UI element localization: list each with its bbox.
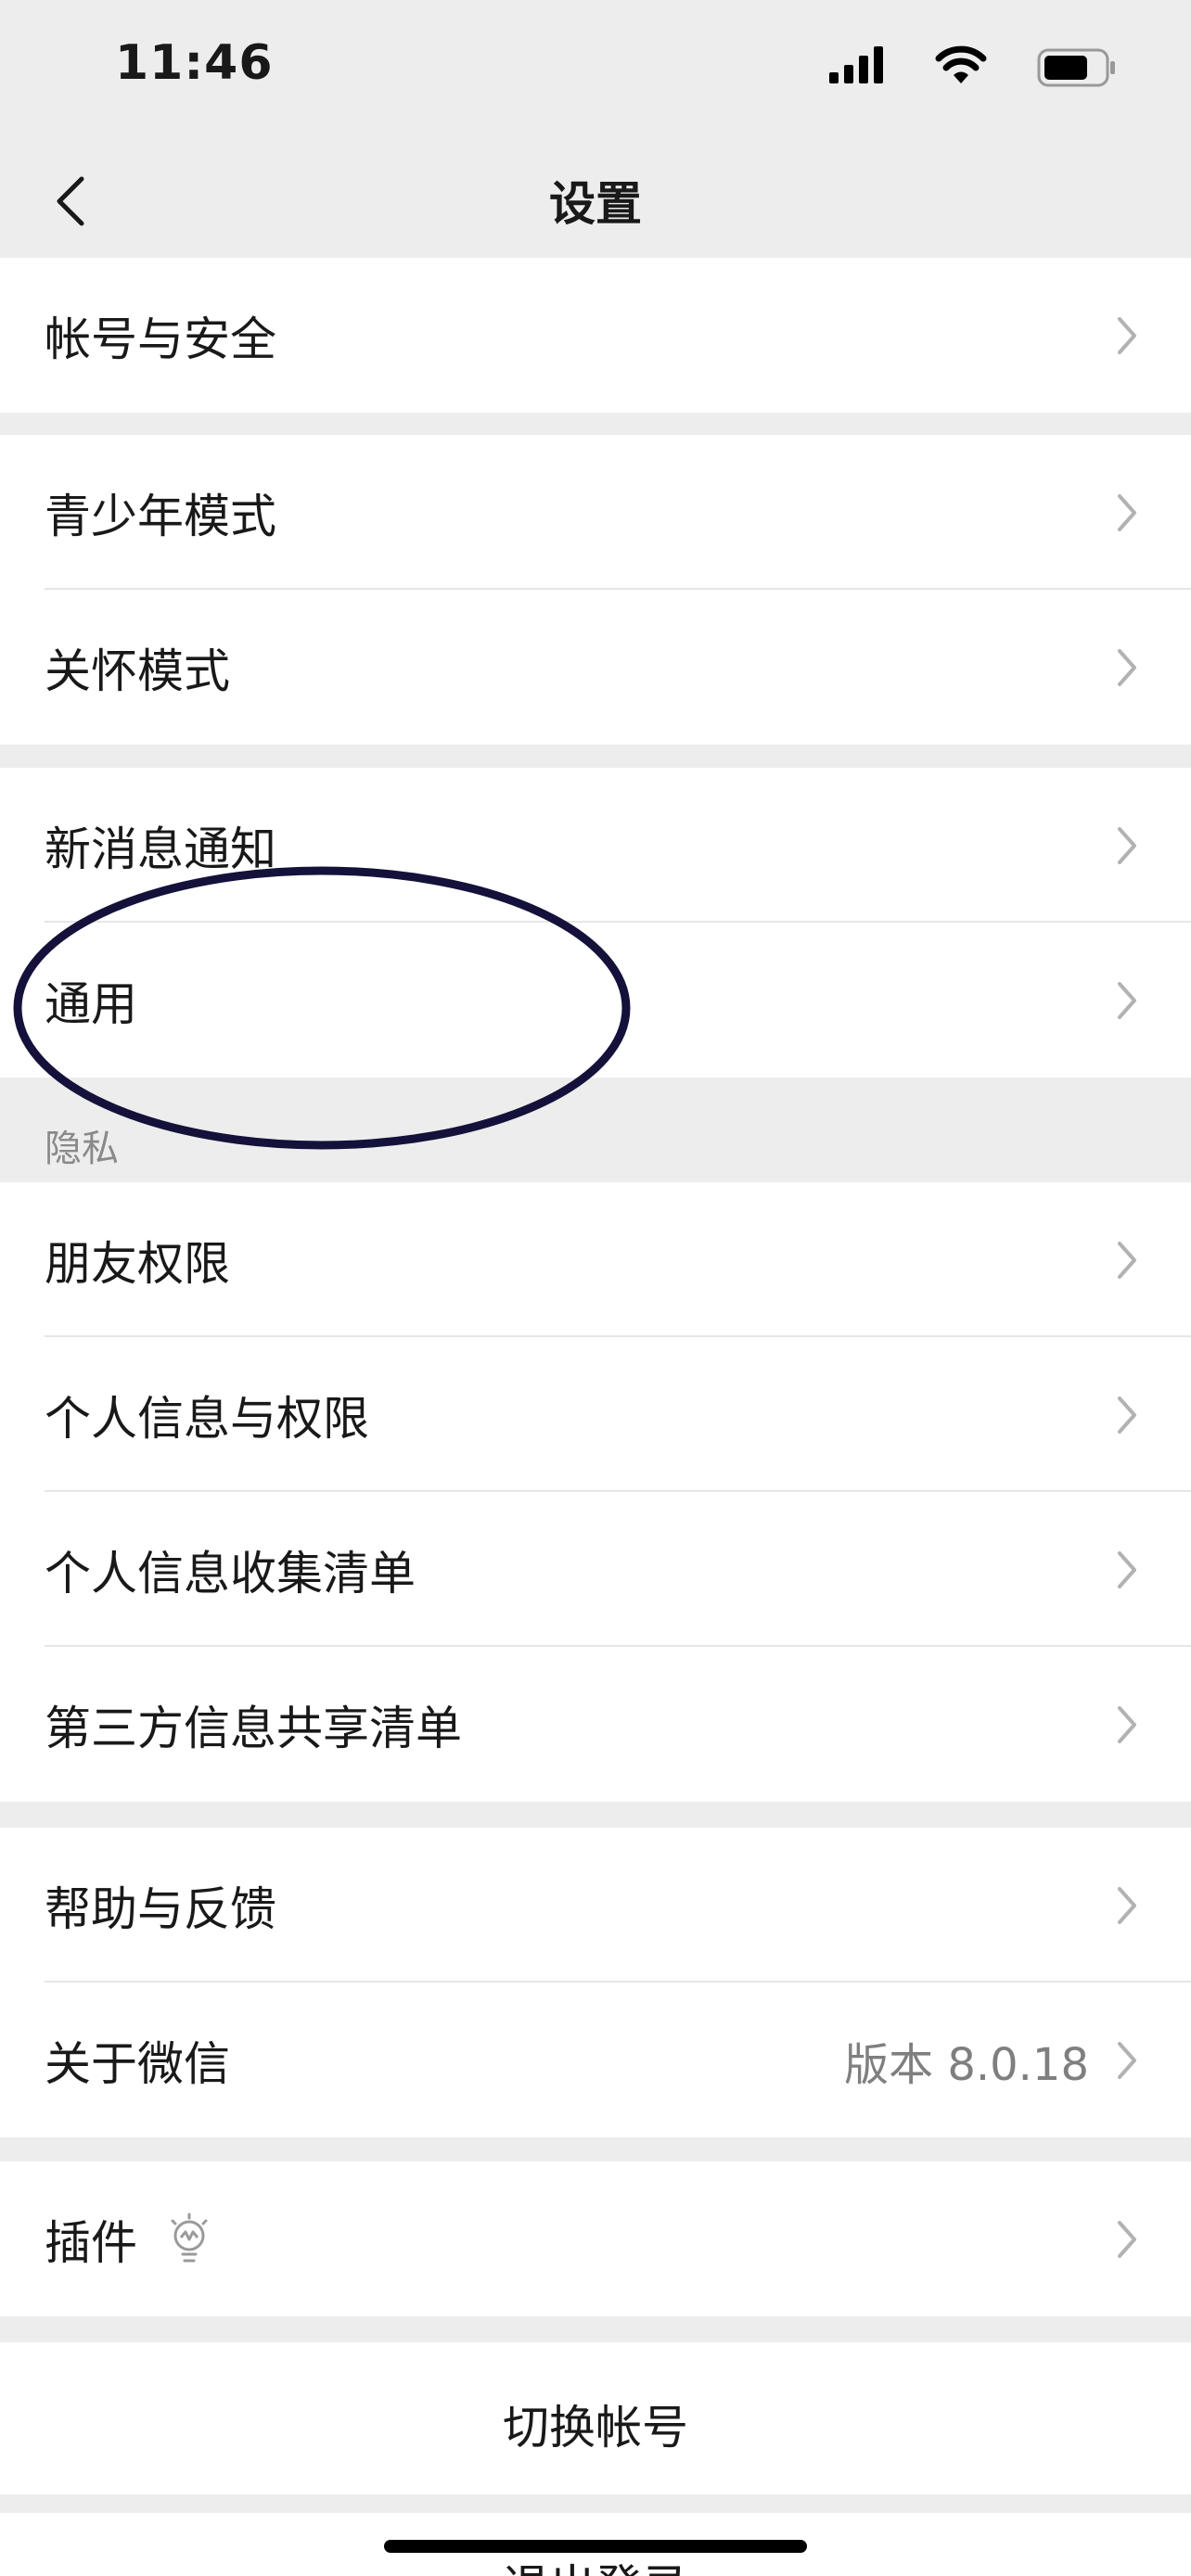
settings-item-label: 关怀模式 bbox=[45, 644, 230, 698]
settings-group-plugins: 插件 bbox=[0, 2162, 1191, 2316]
settings-item-label: 帮助与反馈 bbox=[45, 1881, 276, 1936]
settings-item-label: 关于微信 bbox=[45, 2036, 230, 2091]
settings-item-label: 个人信息与权限 bbox=[45, 1391, 369, 1446]
settings-item-label: 朋友权限 bbox=[45, 1236, 230, 1291]
settings-item-label: 通用 bbox=[45, 976, 137, 1031]
settings-item-new-message-notifications[interactable]: 新消息通知 bbox=[0, 768, 1191, 923]
chevron-right-icon bbox=[1118, 2041, 1136, 2079]
chevron-right-icon bbox=[1118, 1241, 1136, 1279]
status-time: 11:46 bbox=[115, 35, 274, 91]
chevron-right-icon bbox=[1118, 1550, 1136, 1588]
settings-item-friend-permissions[interactable]: 朋友权限 bbox=[0, 1182, 1191, 1337]
chevron-right-icon bbox=[1118, 826, 1136, 864]
chevron-right-icon bbox=[1118, 1886, 1136, 1924]
logout-label: 退出登录 bbox=[0, 2550, 1191, 2576]
chevron-right-icon bbox=[1118, 316, 1136, 354]
cellular-signal-icon bbox=[829, 46, 883, 83]
chevron-right-icon bbox=[1118, 981, 1136, 1019]
settings-item-label: 第三方信息共享清单 bbox=[45, 1701, 462, 1755]
chevron-right-icon bbox=[1118, 1705, 1136, 1743]
settings-item-label: 个人信息收集清单 bbox=[45, 1546, 416, 1600]
lightbulb-icon bbox=[171, 2213, 208, 2262]
settings-item-general[interactable]: 通用 bbox=[0, 923, 1191, 1078]
home-indicator bbox=[384, 2540, 807, 2553]
switch-account-label: 切换帐号 bbox=[503, 2401, 688, 2455]
settings-item-label: 插件 bbox=[45, 2215, 137, 2270]
page-title: 设置 bbox=[549, 177, 642, 231]
navigation-bar: 设置 bbox=[0, 139, 1191, 258]
version-value: 版本 8.0.18 bbox=[844, 2038, 1089, 2091]
settings-group-privacy: 朋友权限 个人信息与权限 个人信息收集清单 第三方信息共享清单 bbox=[0, 1182, 1191, 1802]
status-bar: 11:46 bbox=[0, 0, 1191, 139]
settings-item-personal-info-collection-list[interactable]: 个人信息收集清单 bbox=[0, 1492, 1191, 1647]
settings-item-third-party-sharing-list[interactable]: 第三方信息共享清单 bbox=[0, 1647, 1191, 1802]
settings-group-notifications: 新消息通知 通用 bbox=[0, 768, 1191, 1078]
settings-item-account-security[interactable]: 帐号与安全 bbox=[0, 258, 1191, 413]
settings-item-label: 青少年模式 bbox=[45, 489, 276, 543]
settings-item-label: 新消息通知 bbox=[45, 822, 276, 876]
settings-group-modes: 青少年模式 关怀模式 bbox=[0, 435, 1191, 745]
wifi-icon bbox=[935, 45, 987, 83]
settings-group-help-about: 帮助与反馈 关于微信 版本 8.0.18 bbox=[0, 1828, 1191, 2137]
chevron-right-icon bbox=[1118, 493, 1136, 531]
settings-item-personal-info-permissions[interactable]: 个人信息与权限 bbox=[0, 1337, 1191, 1492]
settings-item-label: 帐号与安全 bbox=[45, 312, 276, 366]
settings-item-help-feedback[interactable]: 帮助与反馈 bbox=[0, 1828, 1191, 1983]
chevron-right-icon bbox=[1118, 2220, 1136, 2258]
settings-group-account: 帐号与安全 bbox=[0, 258, 1191, 413]
section-header-privacy: 隐私 bbox=[45, 1128, 119, 1170]
battery-icon bbox=[1037, 48, 1115, 87]
settings-item-plugins[interactable]: 插件 bbox=[0, 2162, 1191, 2316]
settings-item-youth-mode[interactable]: 青少年模式 bbox=[0, 435, 1191, 590]
settings-item-about-wechat[interactable]: 关于微信 版本 8.0.18 bbox=[0, 1983, 1191, 2137]
chevron-right-icon bbox=[1118, 648, 1136, 686]
switch-account-button[interactable]: 切换帐号 bbox=[0, 2342, 1191, 2494]
settings-item-care-mode[interactable]: 关怀模式 bbox=[0, 590, 1191, 745]
chevron-right-icon bbox=[1118, 1396, 1136, 1434]
